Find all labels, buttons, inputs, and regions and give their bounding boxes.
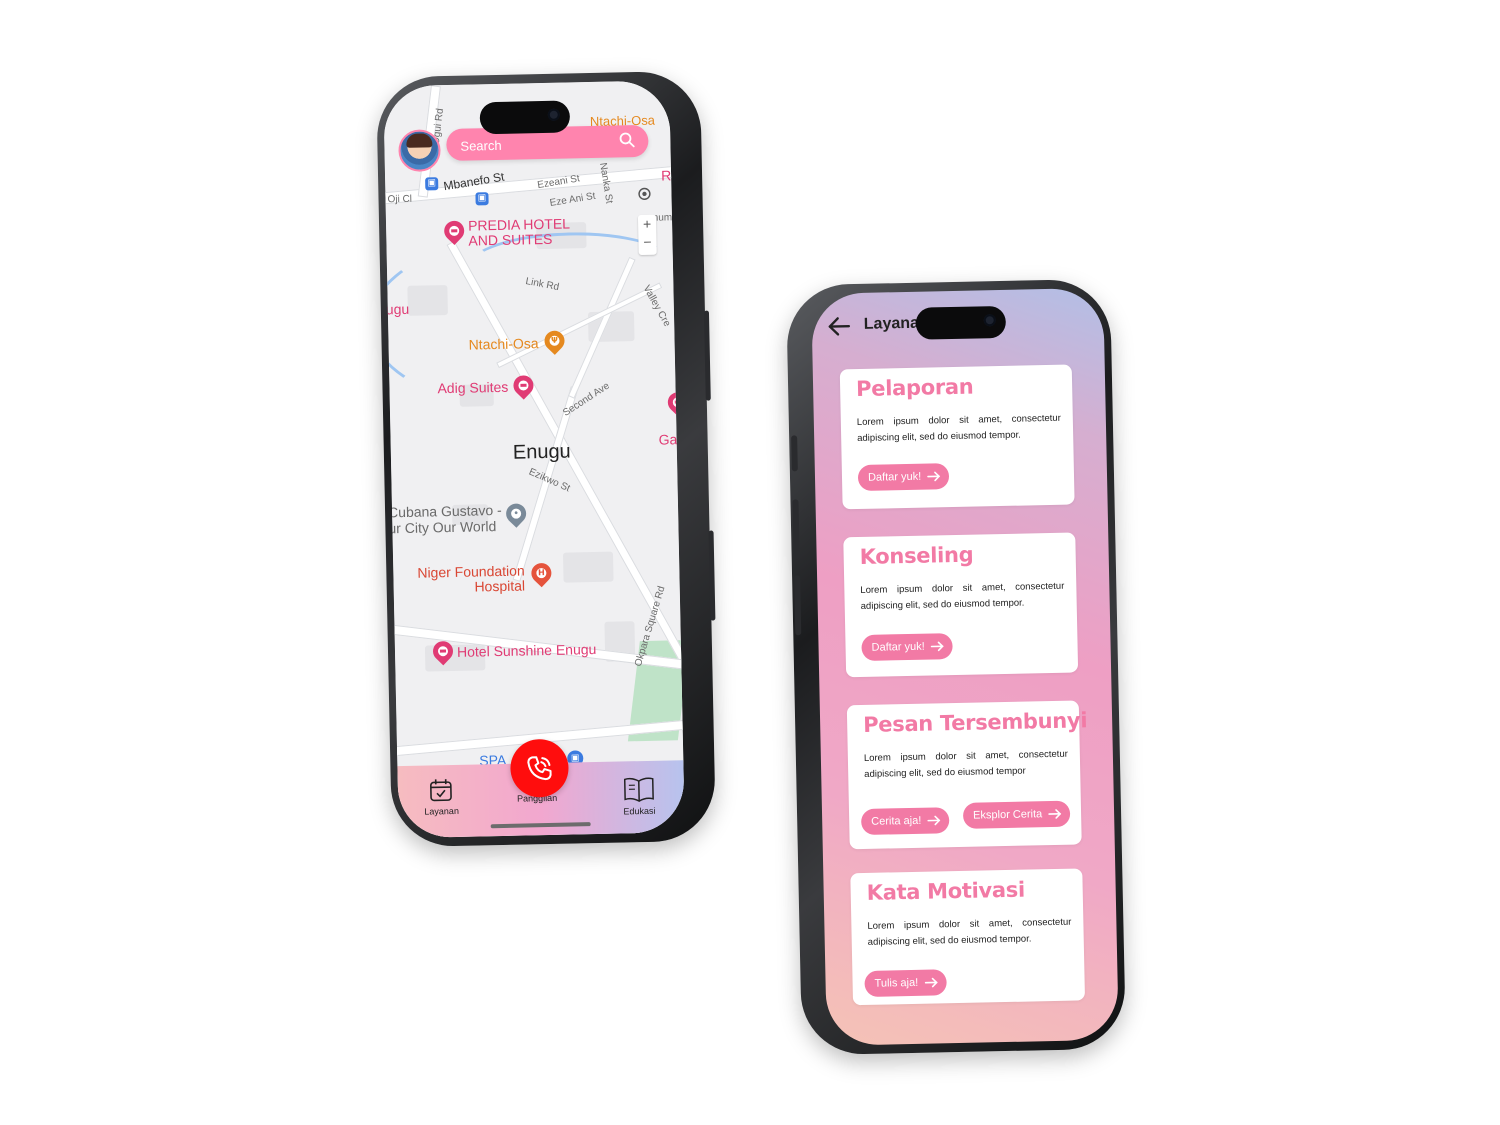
card-body: Lorem ipsum dolor sit amet, consectetur … bbox=[863, 748, 1068, 780]
my-location-icon[interactable] bbox=[635, 185, 653, 203]
card-title: Pelaporan bbox=[855, 374, 974, 402]
place-label-edge: ugu bbox=[385, 300, 410, 318]
eksplor-cerita-button[interactable]: Eksplor Cerita bbox=[962, 800, 1071, 829]
place-label-cubana[interactable]: Cubana Gustavo - ur City Our World bbox=[388, 502, 502, 536]
hotel-pin-icon[interactable]: ▬ bbox=[440, 216, 469, 246]
nav-item-layanan[interactable]: Layanan bbox=[424, 777, 459, 817]
action-button bbox=[791, 435, 798, 472]
place-pin-icon[interactable]: • bbox=[501, 499, 531, 528]
card-body: Lorem ipsum dolor sit amet, consectetur … bbox=[856, 412, 1061, 445]
arrow-right-icon bbox=[927, 815, 941, 826]
card-body: Lorem ipsum dolor sit amet, consectetur … bbox=[867, 916, 1072, 948]
button-label: Tulis aja! bbox=[874, 976, 919, 990]
zoom-out-button[interactable]: − bbox=[638, 233, 656, 251]
volume-down-button bbox=[794, 575, 802, 636]
search-icon[interactable] bbox=[618, 131, 636, 149]
card-title: Pesan Tersembunyi bbox=[862, 708, 1088, 737]
place-label-sunshine[interactable]: Hotel Sunshine Enugu bbox=[457, 641, 597, 660]
button-label: Daftar yuk! bbox=[871, 640, 925, 654]
place-label-niger[interactable]: Niger Foundation Hospital bbox=[417, 562, 525, 595]
nav-label: Edukasi bbox=[623, 805, 656, 817]
back-arrow-icon[interactable] bbox=[826, 313, 853, 340]
daftar-button[interactable]: Daftar yuk! bbox=[861, 633, 954, 661]
service-card-konseling: Konseling Lorem ipsum dolor sit amet, co… bbox=[843, 532, 1079, 678]
service-card-pesan-tersembunyi: Pesan Tersembunyi Lorem ipsum dolor sit … bbox=[846, 700, 1087, 850]
place-label-edge: Ga bbox=[658, 431, 678, 448]
button-label: Daftar yuk! bbox=[867, 470, 922, 484]
hotel-pin-icon[interactable]: ▬ bbox=[663, 388, 685, 417]
place-label-adig[interactable]: Adig Suites bbox=[437, 379, 508, 396]
button-label: Cerita aja! bbox=[871, 814, 922, 828]
nav-item-edukasi[interactable]: Edukasi bbox=[622, 775, 657, 817]
bus-stop-icon: ▣ bbox=[425, 177, 439, 191]
place-label-edge: R bbox=[660, 167, 672, 184]
open-book-icon bbox=[623, 777, 654, 802]
arrow-right-icon bbox=[930, 641, 944, 652]
power-button bbox=[703, 310, 711, 401]
street-label: Eze Ani St bbox=[548, 190, 597, 210]
call-button[interactable] bbox=[509, 738, 570, 798]
nav-label: Layanan bbox=[424, 805, 460, 817]
service-card-kata-motivasi: Kata Motivasi Lorem ipsum dolor sit amet… bbox=[850, 868, 1086, 1006]
city-label: Enugu bbox=[512, 440, 571, 464]
home-indicator bbox=[490, 822, 591, 829]
cerita-button[interactable]: Cerita aja! bbox=[860, 807, 950, 836]
arrow-right-icon bbox=[1048, 809, 1062, 819]
card-body: Lorem ipsum dolor sit amet, consectetur … bbox=[860, 580, 1065, 612]
button-label: Eksplor Cerita bbox=[972, 808, 1043, 822]
bus-stop-icon: ▣ bbox=[475, 192, 489, 206]
arrow-right-icon bbox=[924, 977, 938, 988]
nav-item-panggilan[interactable]: Panggilan bbox=[509, 738, 570, 804]
card-title: Kata Motivasi bbox=[866, 877, 1026, 905]
arrow-right-icon bbox=[927, 471, 941, 482]
map-screen: Ogui Rd Mbanefo St Ezeani St Eze Ani St … bbox=[383, 80, 685, 839]
service-card-pelaporan: Pelaporan Lorem ipsum dolor sit amet, co… bbox=[839, 364, 1075, 510]
volume-up-button bbox=[792, 499, 800, 560]
phone-map: Ogui Rd Mbanefo St Ezeani St Eze Ani St … bbox=[375, 70, 717, 848]
tulis-button[interactable]: Tulis aja! bbox=[864, 969, 947, 997]
daftar-button[interactable]: Daftar yuk! bbox=[857, 463, 950, 492]
side-button bbox=[708, 530, 716, 621]
bottom-nav: Layanan Panggilan Edukasi bbox=[397, 738, 685, 839]
place-label-predia[interactable]: PREDIA HOTEL AND SUITES bbox=[468, 215, 571, 248]
place-label-ntachi[interactable]: Ntachi-Osa bbox=[468, 335, 538, 352]
phone-call-icon bbox=[527, 756, 552, 781]
zoom-in-button[interactable]: + bbox=[638, 215, 656, 233]
card-title: Konseling bbox=[859, 542, 974, 569]
page-header: Layanan bbox=[826, 314, 929, 340]
street-label: Oji Cl bbox=[387, 193, 413, 206]
services-screen: Layanan Pelaporan Lorem ipsum dolor sit … bbox=[811, 287, 1119, 1046]
calendar-check-icon bbox=[430, 779, 453, 802]
zoom-control[interactable]: + − bbox=[637, 214, 657, 256]
phone-services: Layanan Pelaporan Lorem ipsum dolor sit … bbox=[785, 278, 1127, 1056]
dynamic-island bbox=[479, 100, 571, 135]
hospital-pin-icon[interactable]: H bbox=[527, 558, 556, 588]
dynamic-island bbox=[915, 305, 1007, 340]
search-input[interactable] bbox=[458, 131, 613, 157]
